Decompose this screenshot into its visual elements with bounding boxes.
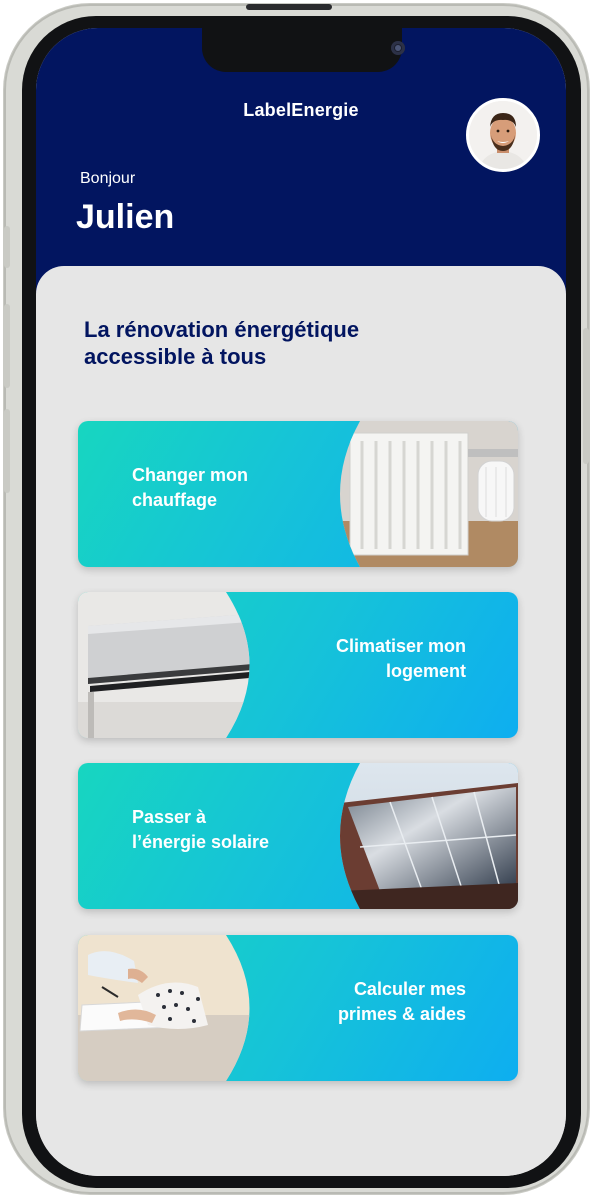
card-label-line-1: Climatiser mon — [335, 636, 466, 656]
card-label: Passer à l’énergie solaire — [132, 805, 269, 855]
card-label-line-2: primes & aides — [337, 1004, 466, 1024]
user-avatar[interactable] — [466, 98, 540, 172]
speaker-grille — [246, 4, 332, 10]
user-name: Julien — [76, 198, 175, 236]
card-solar-energy[interactable]: Passer à l’énergie solaire — [78, 763, 518, 909]
page-headline: La rénovation énergétique accessible à t… — [84, 316, 464, 370]
phone-frame: LabelEnergie Bonjour Julien La rénovatio… — [4, 4, 589, 1194]
user-avatar-photo — [469, 101, 537, 169]
air-conditioner-photo — [78, 592, 250, 738]
solar-panels-photo — [340, 763, 518, 909]
silent-switch — [4, 226, 10, 268]
radiator-thermostat-photo — [340, 421, 518, 567]
card-label: Changer mon chauffage — [132, 463, 248, 513]
card-label-line-2: logement — [385, 661, 466, 681]
card-calculate-grants[interactable]: Calculer mes primes & aides — [78, 935, 518, 1081]
card-label-line-2: chauffage — [132, 490, 218, 510]
card-air-conditioning[interactable]: Climatiser mon logement — [78, 592, 518, 738]
camera-notch — [202, 28, 405, 72]
card-label-line-1: Calculer mes — [353, 979, 466, 999]
greeting-text: Bonjour — [80, 170, 136, 187]
volume-down-button — [4, 409, 10, 493]
power-button — [583, 328, 589, 464]
card-change-heating[interactable]: Changer mon chauffage — [78, 421, 518, 567]
headline-line-2: accessible à tous — [84, 344, 267, 369]
main-content: La rénovation énergétique accessible à t… — [36, 266, 566, 1176]
front-camera-icon — [391, 41, 405, 55]
card-label: Calculer mes primes & aides — [338, 977, 466, 1027]
card-label: Climatiser mon logement — [336, 634, 466, 684]
card-label-line-1: Changer mon — [132, 465, 249, 485]
card-label-line-1: Passer à — [132, 807, 207, 827]
app-screen: LabelEnergie Bonjour Julien La rénovatio… — [36, 28, 566, 1176]
card-label-line-2: l’énergie solaire — [132, 832, 270, 852]
volume-up-button — [4, 304, 10, 388]
people-signing-documents-photo — [78, 935, 250, 1081]
headline-line-1: La rénovation énergétique — [84, 317, 360, 342]
